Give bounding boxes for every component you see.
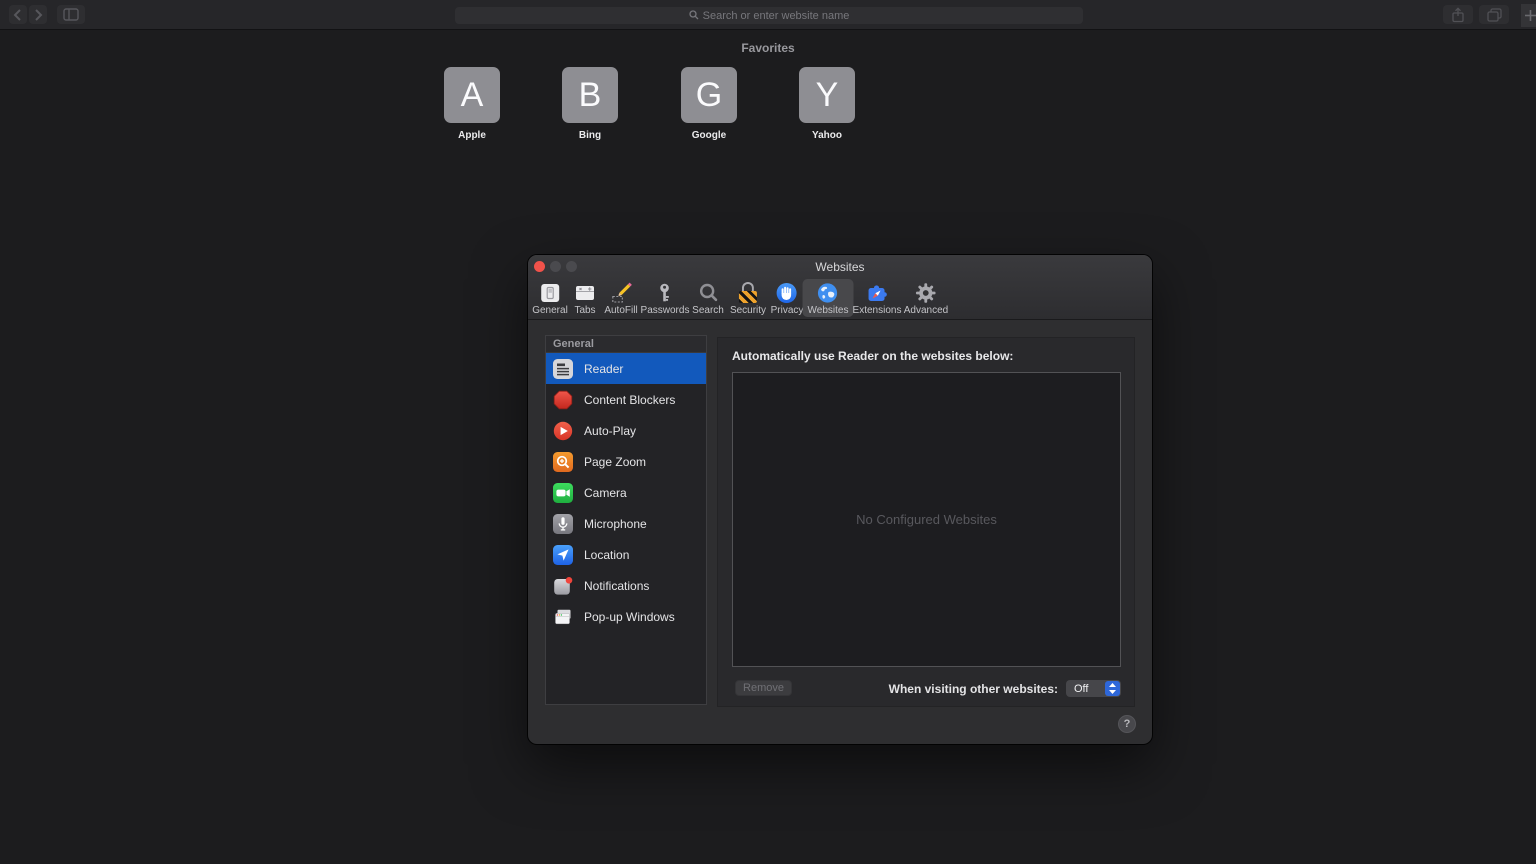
notifications-icon [553, 576, 573, 596]
sidebar-item-reader[interactable]: Reader [546, 353, 706, 384]
tab-security[interactable]: Security [725, 279, 771, 317]
tab-tabs[interactable]: Tabs [569, 279, 601, 317]
passwords-icon [654, 281, 676, 304]
tabs-icon [574, 281, 596, 304]
page-zoom-icon [553, 452, 573, 472]
tab-overview-icon [1487, 8, 1502, 22]
camera-icon [553, 483, 573, 503]
sidebar-item-content-blockers[interactable]: Content Blockers [546, 384, 706, 415]
help-button[interactable]: ? [1118, 715, 1136, 733]
privacy-icon [776, 281, 798, 304]
empty-list-message: No Configured Websites [856, 512, 997, 527]
tab-general[interactable]: General [527, 279, 573, 317]
preferences-titlebar: Websites General Tabs AutoFill Passwords… [528, 255, 1152, 320]
back-button[interactable] [9, 5, 27, 24]
favorite-label-google: Google [661, 130, 757, 141]
auto-play-icon [553, 421, 573, 441]
chevron-right-icon [32, 8, 44, 22]
chevron-left-icon [12, 8, 24, 22]
extensions-icon [866, 281, 888, 304]
favorite-letter: B [579, 76, 602, 115]
safari-preferences-window: Websites General Tabs AutoFill Passwords… [528, 255, 1152, 744]
tab-extensions[interactable]: Extensions [848, 279, 907, 317]
other-websites-dropdown[interactable]: Off [1066, 680, 1121, 697]
sidebar-item-location[interactable]: Location [546, 539, 706, 570]
content-blockers-icon [553, 390, 573, 410]
favorite-letter: G [696, 76, 722, 115]
favorite-tile-apple[interactable]: A [444, 67, 500, 123]
search-tab-icon [697, 281, 719, 304]
favorite-tile-yahoo[interactable]: Y [799, 67, 855, 123]
other-websites-label: When visiting other websites: [889, 682, 1058, 696]
window-title: Websites [528, 260, 1152, 274]
favorite-label-apple: Apple [424, 130, 520, 141]
share-button[interactable] [1443, 5, 1473, 24]
location-icon [553, 545, 573, 565]
websites-sidebar: General Reader Content Blockers Auto-Pla… [545, 335, 707, 705]
sidebar-item-popup-windows[interactable]: Pop-up Windows [546, 601, 706, 632]
search-placeholder: Search or enter website name [703, 10, 850, 22]
favorite-label-bing: Bing [542, 130, 638, 141]
search-icon [689, 7, 699, 25]
reader-pane-heading: Automatically use Reader on the websites… [732, 349, 1013, 363]
share-icon [1451, 7, 1465, 23]
security-icon [738, 281, 758, 304]
favorites-heading: Favorites [0, 41, 1536, 55]
autofill-icon [610, 281, 632, 304]
sidebar-icon [63, 8, 79, 21]
configured-websites-list[interactable]: No Configured Websites [732, 372, 1121, 667]
sidebar-item-camera[interactable]: Camera [546, 477, 706, 508]
remove-button[interactable]: Remove [735, 680, 792, 696]
sidebar-toggle-button[interactable] [57, 5, 85, 24]
favorite-tile-bing[interactable]: B [562, 67, 618, 123]
favorite-tile-google[interactable]: G [681, 67, 737, 123]
forward-button[interactable] [29, 5, 47, 24]
popup-windows-icon [553, 607, 573, 627]
favorite-letter: Y [816, 76, 839, 115]
favorite-letter: A [461, 76, 484, 115]
favorite-label-yahoo: Yahoo [779, 130, 875, 141]
sidebar-item-auto-play[interactable]: Auto-Play [546, 415, 706, 446]
websites-icon [817, 281, 839, 304]
browser-toolbar: Search or enter website name [0, 0, 1536, 30]
tab-advanced[interactable]: Advanced [899, 279, 953, 317]
tab-search[interactable]: Search [687, 279, 729, 317]
tab-websites[interactable]: Websites [803, 279, 854, 317]
sidebar-item-notifications[interactable]: Notifications [546, 570, 706, 601]
new-tab-button[interactable] [1521, 4, 1536, 27]
advanced-icon [915, 281, 937, 304]
reader-settings-pane: Automatically use Reader on the websites… [717, 337, 1135, 707]
tab-overview-button[interactable] [1479, 5, 1509, 24]
tab-passwords[interactable]: Passwords [636, 279, 695, 317]
microphone-icon [553, 514, 573, 534]
sidebar-section-header: General [546, 336, 706, 353]
sidebar-item-page-zoom[interactable]: Page Zoom [546, 446, 706, 477]
general-icon [539, 281, 561, 304]
search-input[interactable]: Search or enter website name [455, 7, 1083, 24]
dropdown-stepper-icon [1105, 681, 1120, 696]
sidebar-item-microphone[interactable]: Microphone [546, 508, 706, 539]
reader-icon [553, 359, 573, 379]
dropdown-value: Off [1066, 683, 1105, 695]
